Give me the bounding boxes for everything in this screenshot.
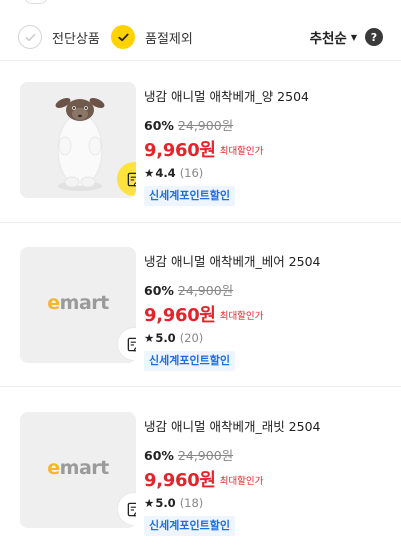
product-item[interactable]: 냉감 애니멀 애착베개_양 2504 60% 24,900원 9,960원 최대할인… xyxy=(0,82,401,232)
sort-control: 추천순 ▼ ? xyxy=(310,22,383,52)
price-row: 60% 24,900원 xyxy=(144,118,394,134)
rating-row: ★5.0 (20) xyxy=(144,330,394,346)
product-name[interactable]: 냉감 애니멀 애착베개_래빗 2504 xyxy=(144,418,394,436)
divider xyxy=(0,60,401,61)
rating-score: 5.0 xyxy=(155,331,176,345)
original-price: 24,900원 xyxy=(177,448,234,463)
star-icon: ★ xyxy=(144,331,155,345)
product-item[interactable]: emart 냉감 애니멀 애착베개_베어 2504 60% 24,900원 9,9… xyxy=(0,247,401,397)
emart-logo: emart xyxy=(47,457,109,479)
product-info: 냉감 애니멀 애착베개_래빗 2504 60% 24,900원 9,960원 최대할… xyxy=(144,412,394,536)
rating-row: ★5.0 (18) xyxy=(144,495,394,511)
sale-price: 9,960원 xyxy=(144,140,216,161)
product-name[interactable]: 냉감 애니멀 애착베개_양 2504 xyxy=(144,88,394,106)
checked-circle-icon xyxy=(111,25,135,49)
product-image-placeholder[interactable]: emart xyxy=(20,412,136,528)
rating-score: 5.0 xyxy=(155,496,176,510)
max-discount-tag: 최대할인가 xyxy=(219,476,264,487)
filter-bar: 전단상품 품절제외 추천순 ▼ ? xyxy=(0,22,401,52)
edit-note-icon[interactable] xyxy=(117,327,136,361)
filter-flyer-products[interactable]: 전단상품 xyxy=(18,22,100,52)
filter-exclude-soldout-label: 품절제외 xyxy=(145,31,193,47)
filter-exclude-soldout[interactable]: 품절제외 xyxy=(111,22,193,52)
star-icon: ★ xyxy=(144,166,155,180)
product-info: 냉감 애니멀 애착베개_베어 2504 60% 24,900원 9,960원 최대할… xyxy=(144,247,394,371)
discount-rate: 60% xyxy=(144,118,174,133)
sale-row: 9,960원 최대할인가 xyxy=(144,305,394,327)
price-row: 60% 24,900원 xyxy=(144,448,394,464)
product-item[interactable]: emart 냉감 애니멀 애착베개_래빗 2504 60% 24,900원 9,9… xyxy=(0,412,401,550)
review-count: (16) xyxy=(179,166,204,180)
sort-dropdown[interactable]: 추천순 xyxy=(310,27,347,47)
product-image-placeholder[interactable]: emart xyxy=(20,247,136,363)
unchecked-circle-icon xyxy=(18,25,42,49)
sale-row: 9,960원 최대할인가 xyxy=(144,470,394,492)
max-discount-tag: 최대할인가 xyxy=(219,146,264,157)
discount-rate: 60% xyxy=(144,448,174,463)
max-discount-tag: 최대할인가 xyxy=(219,311,264,322)
sale-row: 9,960원 최대할인가 xyxy=(144,140,394,162)
rating-row: ★4.4 (16) xyxy=(144,165,394,181)
product-name[interactable]: 냉감 애니멀 애착베개_베어 2504 xyxy=(144,253,394,271)
star-icon: ★ xyxy=(144,496,155,510)
rating-score: 4.4 xyxy=(155,166,176,180)
emart-logo: emart xyxy=(47,292,109,314)
sale-price: 9,960원 xyxy=(144,305,216,326)
original-price: 24,900원 xyxy=(177,283,234,298)
edit-note-icon[interactable] xyxy=(117,492,136,526)
sale-price: 9,960원 xyxy=(144,470,216,491)
discount-rate: 60% xyxy=(144,283,174,298)
product-info: 냉감 애니멀 애착베개_양 2504 60% 24,900원 9,960원 최대할인… xyxy=(144,82,394,206)
price-row: 60% 24,900원 xyxy=(144,283,394,299)
original-price: 24,900원 xyxy=(177,118,234,133)
review-count: (20) xyxy=(179,331,204,345)
caret-down-icon: ▼ xyxy=(350,32,357,42)
promo-badge: 신세계포인트할인 xyxy=(144,516,235,536)
top-partial-control xyxy=(24,0,48,4)
promo-badge: 신세계포인트할인 xyxy=(144,186,235,206)
filter-flyer-label: 전단상품 xyxy=(52,31,100,47)
divider xyxy=(0,222,401,223)
help-icon[interactable]: ? xyxy=(365,28,383,46)
divider xyxy=(0,386,401,387)
promo-badge: 신세계포인트할인 xyxy=(144,351,235,371)
review-count: (18) xyxy=(179,496,204,510)
product-image-sheep[interactable] xyxy=(20,82,136,198)
